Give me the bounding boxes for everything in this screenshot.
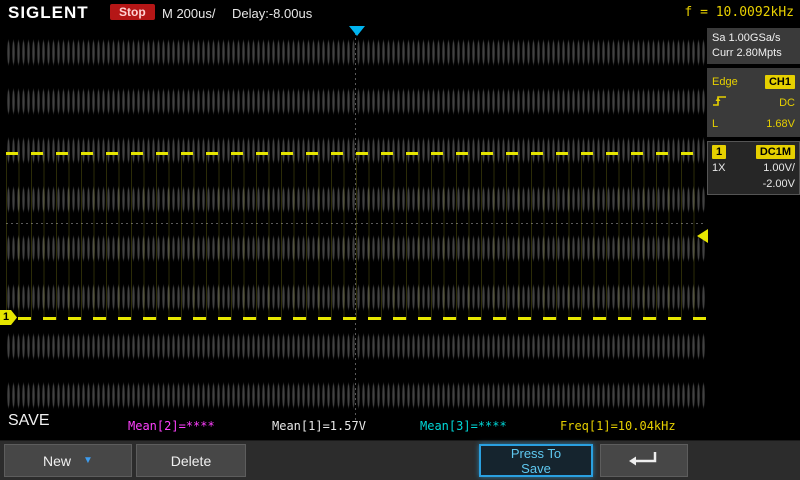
delete-button[interactable]: Delete — [136, 444, 246, 477]
top-status-bar: SIGLENT Stop M 200us/ Delay:-8.00us f = … — [0, 0, 800, 26]
measurement-mean2: Mean[2]=**** — [128, 419, 215, 433]
probe-attenuation-readout: 1X — [712, 162, 726, 174]
vertical-offset-readout: -2.00V — [762, 178, 795, 190]
ch1-waveform-high-level — [6, 152, 706, 155]
sample-rate-readout: Sa 1.00GSa/s — [712, 32, 781, 44]
measurement-mean1: Mean[1]=1.57V — [272, 419, 366, 433]
menu-section-title: SAVE — [8, 412, 50, 429]
acquisition-info-box: Sa 1.00GSa/s Curr 2.80Mpts — [707, 28, 800, 64]
press-to-save-label-line1: Press To — [510, 445, 562, 461]
press-to-save-button[interactable]: Press To Save — [479, 444, 593, 477]
trigger-level-label: L — [712, 117, 719, 130]
channel1-info-box: 1 DC1M 1X 1.00V/ -2.00V — [707, 141, 800, 195]
trigger-type-label: Edge — [712, 75, 738, 88]
trigger-level-readout: 1.68V — [766, 117, 795, 130]
right-info-panel: Sa 1.00GSa/s Curr 2.80Mpts Edge CH1 DC L… — [707, 28, 800, 420]
trigger-info-box: Edge CH1 DC L 1.68V — [707, 68, 800, 137]
ch1-waveform-low-level — [6, 317, 706, 320]
memory-depth-readout: Curr 2.80Mpts — [712, 47, 782, 59]
trigger-coupling-readout: DC — [779, 96, 795, 109]
softkey-menu-bar: New ▼ Delete Press To Save — [0, 440, 800, 480]
delete-button-label: Delete — [170, 452, 212, 469]
measurement-freq1: Freq[1]=10.04kHz — [560, 419, 676, 433]
back-button[interactable] — [600, 444, 688, 477]
trigger-source-badge: CH1 — [764, 74, 795, 89]
timebase-readout: M 200us/ — [162, 6, 216, 21]
trigger-position-marker-icon — [349, 26, 365, 36]
dropdown-arrow-icon: ▼ — [83, 455, 93, 466]
channel-coupling-badge: DC1M — [755, 145, 795, 159]
ch1-waveform-edges — [6, 154, 706, 320]
acquisition-status-badge: Stop — [110, 4, 155, 20]
vertical-scale-readout: 1.00V/ — [763, 162, 795, 174]
brand-logo: SIGLENT — [8, 3, 89, 22]
frequency-counter-readout: f = 10.0092kHz — [684, 5, 794, 20]
rising-edge-icon — [712, 94, 728, 111]
measurement-mean3: Mean[3]=**** — [420, 419, 507, 433]
return-arrow-icon — [627, 449, 661, 472]
new-button-label: New — [43, 452, 72, 469]
new-button[interactable]: New ▼ — [4, 444, 132, 477]
press-to-save-label-line2: Save — [521, 460, 551, 476]
channel-number-badge: 1 — [712, 145, 727, 159]
delay-readout: Delay:-8.00us — [232, 6, 313, 21]
